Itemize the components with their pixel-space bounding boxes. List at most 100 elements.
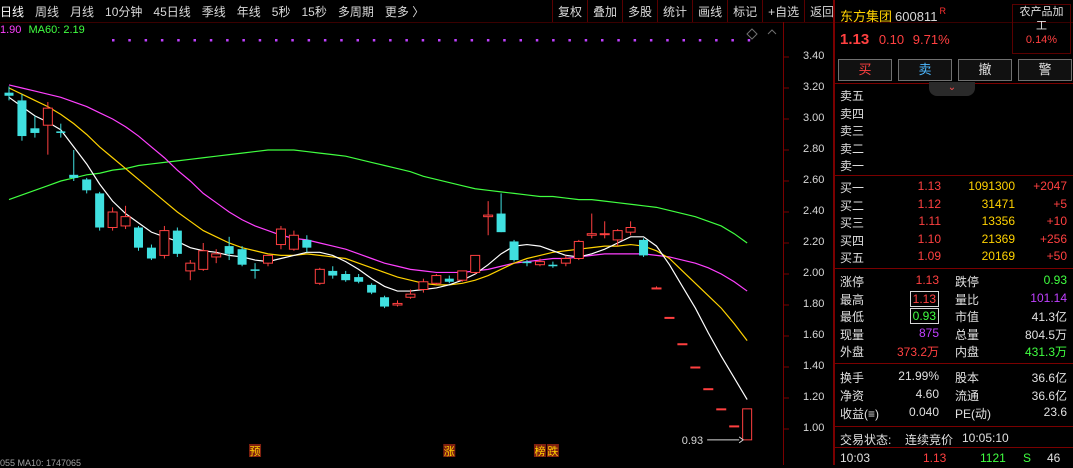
candle-body — [431, 275, 442, 284]
ma5-line — [8, 96, 748, 400]
candle-body — [444, 278, 454, 282]
stat-label: 内盘 — [955, 345, 980, 359]
alert-button[interactable]: 警 — [1018, 59, 1072, 81]
period-tab-5[interactable]: 季线 — [202, 3, 226, 20]
bid-change: +10 — [1046, 214, 1067, 228]
period-tab-7[interactable]: 5秒 — [272, 3, 291, 20]
tool-button-6[interactable]: +自选 — [762, 0, 804, 22]
candle-body — [69, 174, 79, 178]
event-dot — [193, 39, 196, 42]
stat-value: 23.6 — [1043, 405, 1067, 419]
event-dot — [275, 39, 278, 42]
candle-body — [30, 128, 40, 133]
stat-label: 净资 — [840, 389, 865, 403]
ask-level-label: 卖五 — [840, 89, 865, 103]
period-tab-10[interactable]: 更多 〉 — [385, 3, 424, 20]
tick-side: S — [1023, 451, 1032, 465]
candle-body — [354, 277, 364, 282]
stat-value: 1.13 — [909, 290, 939, 307]
period-tab-6[interactable]: 年线 — [237, 3, 261, 20]
period-tab-8[interactable]: 15秒 — [301, 3, 326, 20]
status-label: 交易状态: — [840, 433, 892, 447]
price-change: 0.10 — [878, 32, 905, 47]
divider — [835, 426, 1073, 427]
candle-body — [534, 261, 545, 266]
candle-body — [275, 228, 286, 246]
event-dot — [747, 39, 751, 42]
stat-value: 101.14 — [1030, 290, 1067, 305]
expand-up-icon[interactable] — [767, 29, 777, 35]
bid-volume: 20169 — [981, 249, 1015, 263]
candle-body — [250, 269, 260, 271]
candle-body — [95, 193, 105, 228]
period-tab-2[interactable]: 月线 — [70, 3, 94, 20]
stat-row: 现量 875 总量 804.5万 — [835, 325, 1073, 342]
stat-label: 跌停 — [955, 275, 980, 289]
stat-value: 21.99% — [898, 369, 939, 383]
event-dot — [128, 39, 131, 42]
tool-button-1[interactable]: 叠加 — [587, 0, 622, 22]
tick-time: 10:03 — [840, 451, 871, 465]
bid-volume: 31471 — [981, 196, 1015, 211]
stat-value: 804.5万 — [1024, 327, 1067, 342]
bid-price: 1.13 — [917, 179, 941, 193]
bid-volume: 21369 — [981, 231, 1015, 246]
divider — [835, 175, 1073, 176]
stat-label: 最低 — [840, 310, 865, 324]
event-dot — [552, 39, 555, 42]
trade-status-row: 交易状态: 连续竞价 10:05:10 — [835, 430, 1073, 447]
period-tab-4[interactable]: 45日线 — [153, 3, 190, 20]
period-tab-1[interactable]: 周线 — [35, 3, 59, 20]
event-dot — [144, 39, 148, 42]
event-dot — [731, 39, 734, 42]
bid-change: +5 — [1053, 196, 1067, 211]
ask-level-label: 卖一 — [840, 159, 865, 173]
event-dot — [698, 39, 702, 42]
bid-volume: 1091300 — [968, 179, 1015, 193]
collapse-diamond-icon[interactable] — [746, 28, 758, 40]
stat-value: 41.3亿 — [1031, 310, 1067, 324]
candle-body — [690, 366, 701, 369]
event-dot — [633, 39, 637, 42]
candlestick-chart[interactable]: 0.93 预 涨 榜跌 — [0, 22, 833, 465]
stat-value: 431.3万 — [1024, 345, 1067, 359]
stat-row: 换手 21.99% 股本 36.6亿 — [835, 368, 1073, 385]
ask-row: 卖一 — [835, 156, 1073, 173]
candle-body — [107, 211, 118, 228]
stock-header: 东方集团 600811 R — [840, 6, 946, 25]
candle-body — [82, 179, 92, 191]
event-marker-label: 跌 — [547, 444, 558, 458]
period-tab-3[interactable]: 10分钟 — [105, 3, 142, 20]
tool-button-2[interactable]: 多股 — [622, 0, 657, 22]
ma10-line — [8, 87, 748, 342]
event-dot — [291, 39, 294, 42]
candle-body — [4, 92, 14, 96]
tool-button-5[interactable]: 标记 — [727, 0, 762, 22]
bid-change: +50 — [1046, 249, 1067, 263]
sector-box[interactable]: 农产品加 工 0.14% — [1012, 4, 1071, 54]
bid-change: +256 — [1039, 231, 1067, 246]
stat-value: 373.2万 — [896, 345, 939, 359]
event-dot — [340, 39, 343, 42]
event-dot — [372, 39, 376, 42]
ask-level-label: 卖三 — [840, 124, 865, 138]
tool-button-0[interactable]: 复权 — [552, 0, 587, 22]
period-tab-0[interactable]: 日线 — [0, 3, 24, 20]
y-tick-label: 1.00 — [803, 422, 825, 434]
stock-code: 600811 — [895, 9, 938, 24]
candle-body — [328, 270, 338, 276]
period-tab-9[interactable]: 多周期 — [338, 3, 374, 20]
sell-button[interactable]: 卖 — [898, 59, 952, 81]
stat-label: 流通 — [955, 389, 980, 403]
buy-button[interactable]: 买 — [838, 59, 892, 81]
bid-row: 买一 1.13 1091300 +2047 — [835, 178, 1073, 195]
y-tick-label: 1.80 — [803, 298, 825, 310]
tool-button-4[interactable]: 画线 — [692, 0, 727, 22]
cancel-button[interactable]: 撤 — [958, 59, 1012, 81]
stat-row: 外盘 373.2万 内盘 431.3万 — [835, 342, 1073, 359]
event-dot — [486, 39, 490, 42]
candle-body — [573, 240, 584, 259]
candle-body — [509, 241, 519, 261]
tool-button-3[interactable]: 统计 — [657, 0, 692, 22]
stat-value: 0.040 — [908, 405, 939, 419]
